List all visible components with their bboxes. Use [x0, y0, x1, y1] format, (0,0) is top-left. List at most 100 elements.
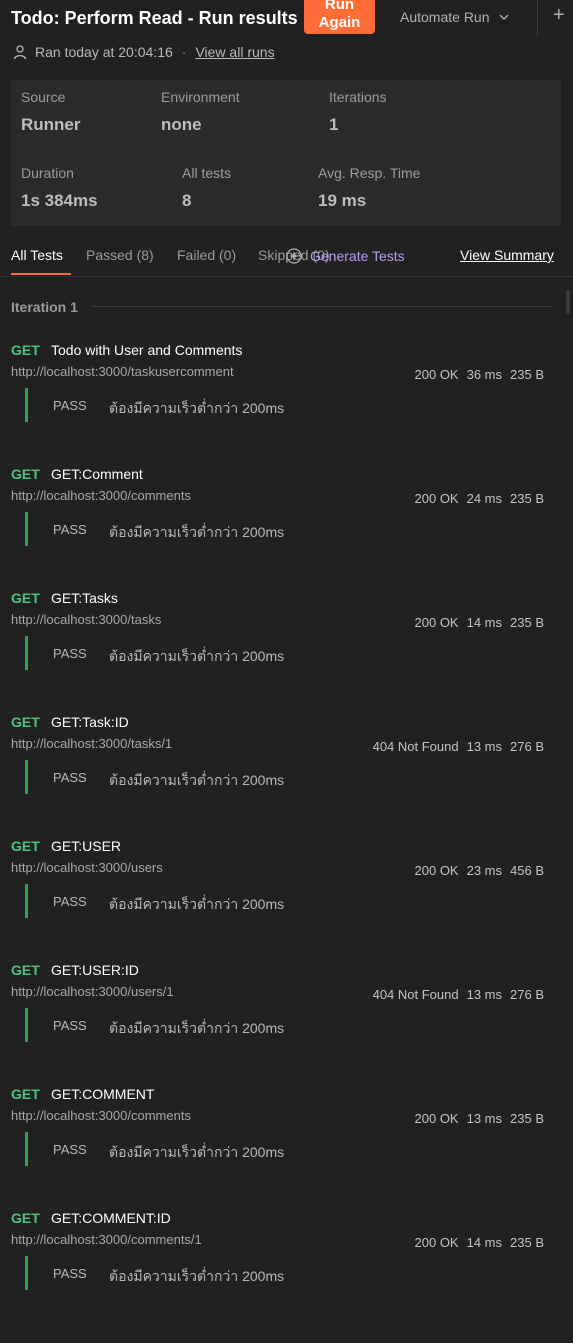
request-name[interactable]: GET:USER [51, 838, 121, 854]
source-stat: Source Runner [21, 89, 81, 135]
request-row[interactable]: GET GET:USER:ID http://localhost:3000/user… [0, 962, 573, 1072]
test-name: ต้องมีความเร็วต่ำกว่า 200ms [109, 400, 285, 416]
request-name[interactable]: GET:Comment [51, 466, 143, 482]
response-size: 276 B [510, 739, 544, 754]
iterations-label: Iterations [329, 89, 387, 105]
plus-icon[interactable]: + [553, 4, 565, 27]
all-tests-label: All tests [182, 165, 232, 181]
request-url: http://localhost:3000/taskusercomment [11, 364, 234, 379]
http-method: GET [11, 1210, 40, 1226]
response-meta: 200 OK 14 ms 235 B [407, 1235, 544, 1250]
avg-resp-stat: Avg. Resp. Time 19 ms [318, 165, 420, 211]
response-status: 200 OK [414, 367, 459, 382]
response-time: 14 ms [466, 1235, 503, 1250]
test-name: ต้องมีความเร็วต่ำกว่า 200ms [109, 1268, 285, 1284]
request-row[interactable]: GET GET:Tasks http://localhost:3000/tasks 2… [0, 590, 573, 700]
request-url: http://localhost:3000/comments [11, 1108, 191, 1123]
scrollbar-thumb[interactable] [566, 290, 570, 314]
test-result: PASS ต้องมีความเร็วต่ำกว่า 200ms [25, 388, 528, 422]
request-name[interactable]: GET:USER:ID [51, 962, 139, 978]
test-status: PASS [53, 1018, 87, 1033]
response-meta: 200 OK 13 ms 235 B [407, 1111, 544, 1126]
environment-value: none [161, 115, 202, 134]
request-row[interactable]: GET GET:Comment http://localhost:3000/comm… [0, 466, 573, 576]
environment-stat: Environment none [161, 89, 240, 135]
request-name[interactable]: GET:COMMENT [51, 1086, 154, 1102]
request-name[interactable]: Todo with User and Comments [51, 342, 242, 358]
test-status: PASS [53, 1142, 87, 1157]
view-all-runs-link[interactable]: View all runs [195, 44, 274, 60]
test-status: PASS [53, 1266, 87, 1281]
source-value: Runner [21, 115, 81, 134]
run-results-header: Todo: Perform Read - Run results Run Aga… [0, 0, 573, 72]
test-result: PASS ต้องมีความเร็วต่ำกว่า 200ms [25, 1256, 528, 1290]
run-again-button[interactable]: Run Again [304, 0, 375, 34]
http-method: GET [11, 714, 40, 730]
view-summary-link[interactable]: View Summary [460, 247, 554, 263]
test-name: ต้องมีความเร็วต่ำกว่า 200ms [109, 1144, 285, 1160]
automate-run-dropdown[interactable]: Automate Run [400, 7, 509, 25]
tab-passed[interactable]: Passed (8) [86, 247, 154, 263]
request-name[interactable]: GET:Tasks [51, 590, 118, 606]
avg-resp-value: 19 ms [318, 191, 367, 210]
response-time: 13 ms [466, 739, 503, 754]
response-size: 235 B [510, 1111, 544, 1126]
response-status: 200 OK [414, 1235, 459, 1250]
test-status: PASS [53, 894, 87, 909]
request-row[interactable]: GET Todo with User and Comments http://loc… [0, 342, 573, 452]
all-tests-stat: All tests 8 [182, 165, 231, 211]
test-result: PASS ต้องมีความเร็วต่ำกว่า 200ms [25, 760, 528, 794]
test-status: PASS [53, 646, 87, 661]
user-icon [12, 44, 28, 60]
iterations-stat: Iterations 1 [329, 89, 387, 135]
request-url: http://localhost:3000/users [11, 860, 163, 875]
request-name[interactable]: GET:Task:ID [51, 714, 129, 730]
automate-run-label: Automate Run [400, 9, 490, 25]
request-name[interactable]: GET:COMMENT:ID [51, 1210, 171, 1226]
test-result: PASS ต้องมีความเร็วต่ำกว่า 200ms [25, 1132, 528, 1166]
test-result: PASS ต้องมีความเร็วต่ำกว่า 200ms [25, 1008, 528, 1042]
response-time: 24 ms [466, 491, 503, 506]
response-size: 276 B [510, 987, 544, 1002]
test-status: PASS [53, 398, 87, 413]
duration-value: 1s 384ms [21, 191, 98, 210]
response-size: 235 B [510, 615, 544, 630]
test-name: ต้องมีความเร็วต่ำกว่า 200ms [109, 524, 285, 540]
response-status: 200 OK [414, 615, 459, 630]
http-method: GET [11, 962, 40, 978]
page-title: Todo: Perform Read - Run results [11, 8, 298, 28]
request-url: http://localhost:3000/tasks/1 [11, 736, 173, 751]
duration-label: Duration [21, 165, 74, 181]
request-row[interactable]: GET GET:USER http://localhost:3000/users 20… [0, 838, 573, 948]
iteration-divider [92, 306, 553, 307]
response-status: 404 Not Found [372, 739, 459, 754]
tab-all-tests[interactable]: All Tests [11, 247, 63, 263]
request-row[interactable]: GET GET:COMMENT:ID http://localhost:3000/c… [0, 1210, 573, 1320]
generate-tests-label: Generate Tests [310, 248, 405, 264]
request-url: http://localhost:3000/comments [11, 488, 191, 503]
tabs-divider [0, 276, 573, 277]
http-method: GET [11, 466, 40, 482]
response-time: 13 ms [466, 1111, 503, 1126]
active-tab-indicator [11, 273, 71, 275]
response-meta: 200 OK 14 ms 235 B [407, 615, 544, 630]
test-name: ต้องมีความเร็วต่ำกว่า 200ms [109, 1020, 285, 1036]
http-method: GET [11, 342, 40, 358]
request-url: http://localhost:3000/tasks [11, 612, 162, 627]
chevron-down-icon [499, 7, 509, 23]
test-name: ต้องมีความเร็วต่ำกว่า 200ms [109, 896, 285, 912]
response-meta: 200 OK 23 ms 456 B [407, 863, 544, 878]
http-method: GET [11, 590, 40, 606]
test-result: PASS ต้องมีความเร็วต่ำกว่า 200ms [25, 636, 528, 670]
run-summary-panel: Source Runner Environment none Iteration… [11, 80, 561, 226]
request-row[interactable]: GET GET:Task:ID http://localhost:3000/task… [0, 714, 573, 824]
test-result: PASS ต้องมีความเร็วต่ำกว่า 200ms [25, 512, 528, 546]
response-size: 235 B [510, 1235, 544, 1250]
separator-dot: · [181, 44, 187, 60]
request-row[interactable]: GET GET:COMMENT http://localhost:3000/comm… [0, 1086, 573, 1196]
avg-resp-label: Avg. Resp. Time [318, 165, 421, 181]
response-time: 36 ms [466, 367, 503, 382]
response-time: 13 ms [466, 987, 503, 1002]
generate-tests-button[interactable]: Generate Tests [284, 246, 405, 266]
tab-failed[interactable]: Failed (0) [177, 247, 236, 263]
